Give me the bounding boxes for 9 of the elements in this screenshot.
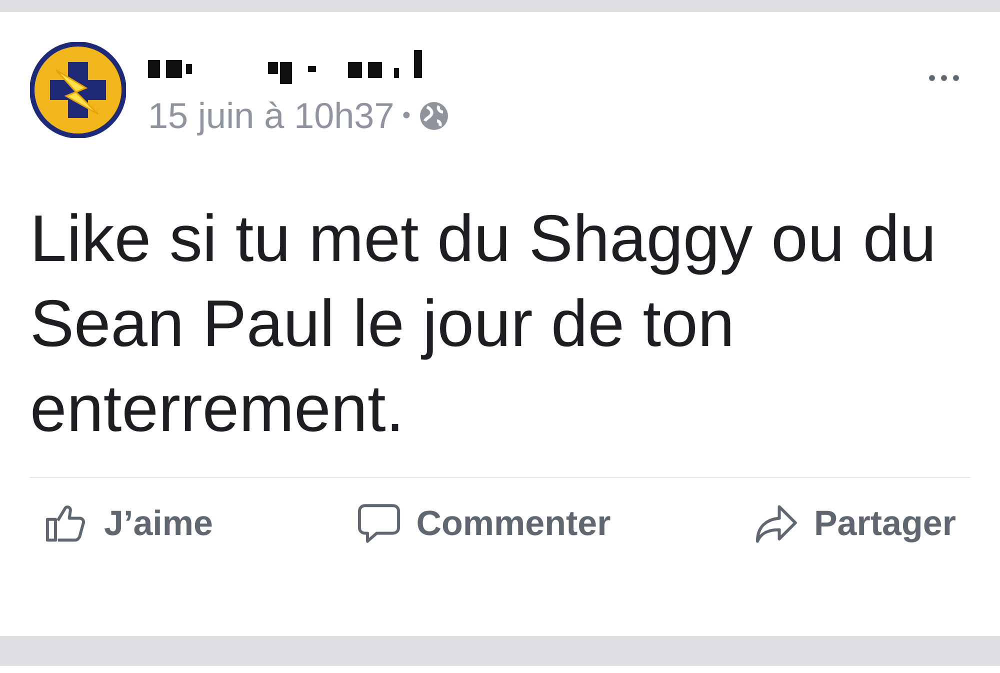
like-button[interactable]: J’aime (44, 498, 213, 550)
comment-button[interactable]: Commenter (356, 498, 611, 550)
separator: • (402, 104, 411, 128)
more-options-icon[interactable] (928, 74, 960, 82)
globe-icon (418, 101, 449, 131)
share-button[interactable]: Partager (754, 498, 956, 550)
post-text: Like si tu met du Shaggy ou du Sean Paul le jour de ton enterrement. (30, 200, 938, 447)
post-timestamp[interactable]: 15 juin à 10h37 (148, 98, 394, 134)
logo-avatar-icon[interactable] (30, 42, 126, 138)
